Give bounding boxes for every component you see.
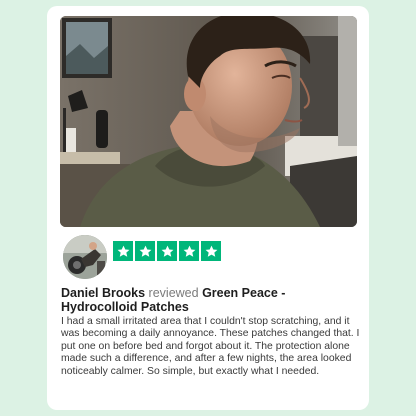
review-body: I had a small irritated area that I coul…: [61, 316, 360, 377]
reviewer-name: Daniel Brooks: [61, 286, 146, 300]
review-photo: [60, 16, 357, 227]
star-rating: [113, 241, 221, 261]
review-card: Daniel Brooks reviewed Green Peace - Hyd…: [47, 6, 369, 410]
reviewer-avatar: [63, 235, 107, 279]
star-icon: [157, 241, 177, 261]
review-heading: Daniel Brooks reviewed Green Peace - Hyd…: [61, 286, 361, 314]
star-icon: [135, 241, 155, 261]
star-icon: [201, 241, 221, 261]
star-icon: [113, 241, 133, 261]
star-icon: [179, 241, 199, 261]
reviewed-verb: reviewed: [148, 286, 199, 300]
